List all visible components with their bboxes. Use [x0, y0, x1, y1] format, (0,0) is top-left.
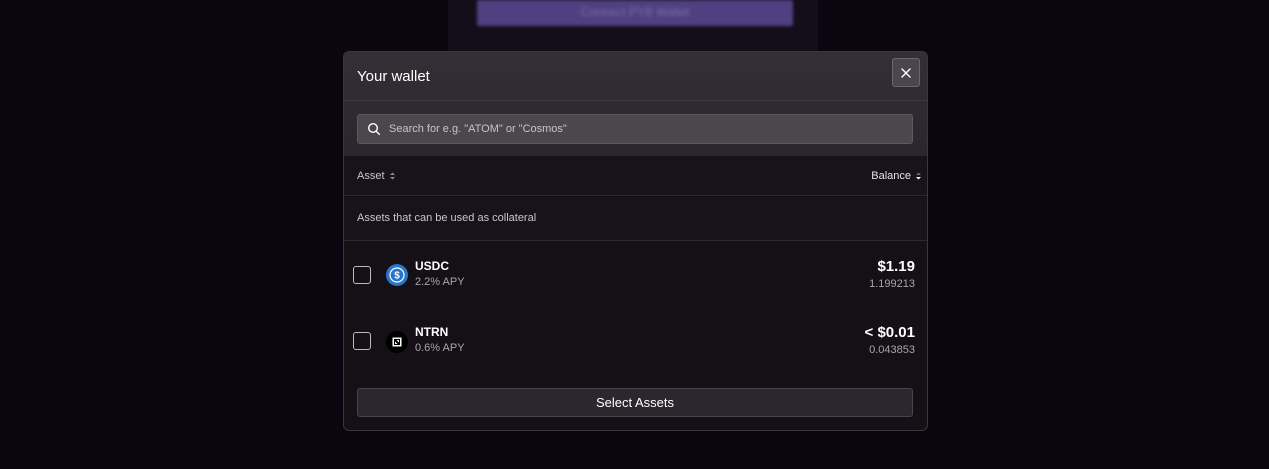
asset-value: < $0.01 — [864, 324, 915, 341]
background-connect-button: Connect PYB Wallet — [477, 0, 793, 26]
search-input[interactable] — [389, 123, 889, 135]
table-header: Asset Balance — [344, 156, 927, 196]
usdc-icon: $ — [386, 264, 408, 286]
column-header-balance-label: Balance — [871, 170, 911, 182]
search-field[interactable] — [357, 114, 913, 144]
column-header-balance[interactable]: Balance — [871, 170, 922, 182]
close-button[interactable] — [892, 58, 920, 87]
asset-apy: 0.6% APY — [415, 342, 465, 354]
section-label: Assets that can be used as collateral — [357, 212, 537, 224]
asset-row-usdc[interactable]: $ USDC 2.2% APY $1.19 1.199213 — [344, 241, 927, 307]
sort-unsorted-icon — [389, 171, 396, 181]
asset-amount: 0.043853 — [869, 344, 915, 356]
asset-apy: 2.2% APY — [415, 276, 465, 288]
title-divider — [344, 100, 927, 101]
svg-text:$: $ — [394, 271, 400, 282]
search-icon — [367, 122, 381, 136]
asset-symbol: USDC — [415, 259, 450, 273]
asset-value: $1.19 — [877, 258, 915, 275]
modal-title: Your wallet — [357, 68, 430, 85]
asset-symbol: NTRN — [415, 325, 449, 339]
select-assets-button[interactable]: Select Assets — [357, 388, 913, 417]
modal-header: Your wallet — [344, 52, 927, 156]
column-header-asset[interactable]: Asset — [357, 170, 396, 182]
close-icon — [901, 67, 911, 78]
wallet-modal: Your wallet Asset — [343, 51, 928, 431]
asset-amount: 1.199213 — [869, 278, 915, 290]
collateral-section-header: Assets that can be used as collateral — [344, 197, 927, 241]
ntrn-icon — [386, 331, 408, 353]
sort-descending-icon — [915, 171, 922, 181]
asset-checkbox-usdc[interactable] — [353, 266, 371, 284]
asset-checkbox-ntrn[interactable] — [353, 332, 371, 350]
asset-row-ntrn[interactable]: NTRN 0.6% APY < $0.01 0.043853 — [344, 307, 927, 373]
column-header-asset-label: Asset — [357, 170, 385, 182]
